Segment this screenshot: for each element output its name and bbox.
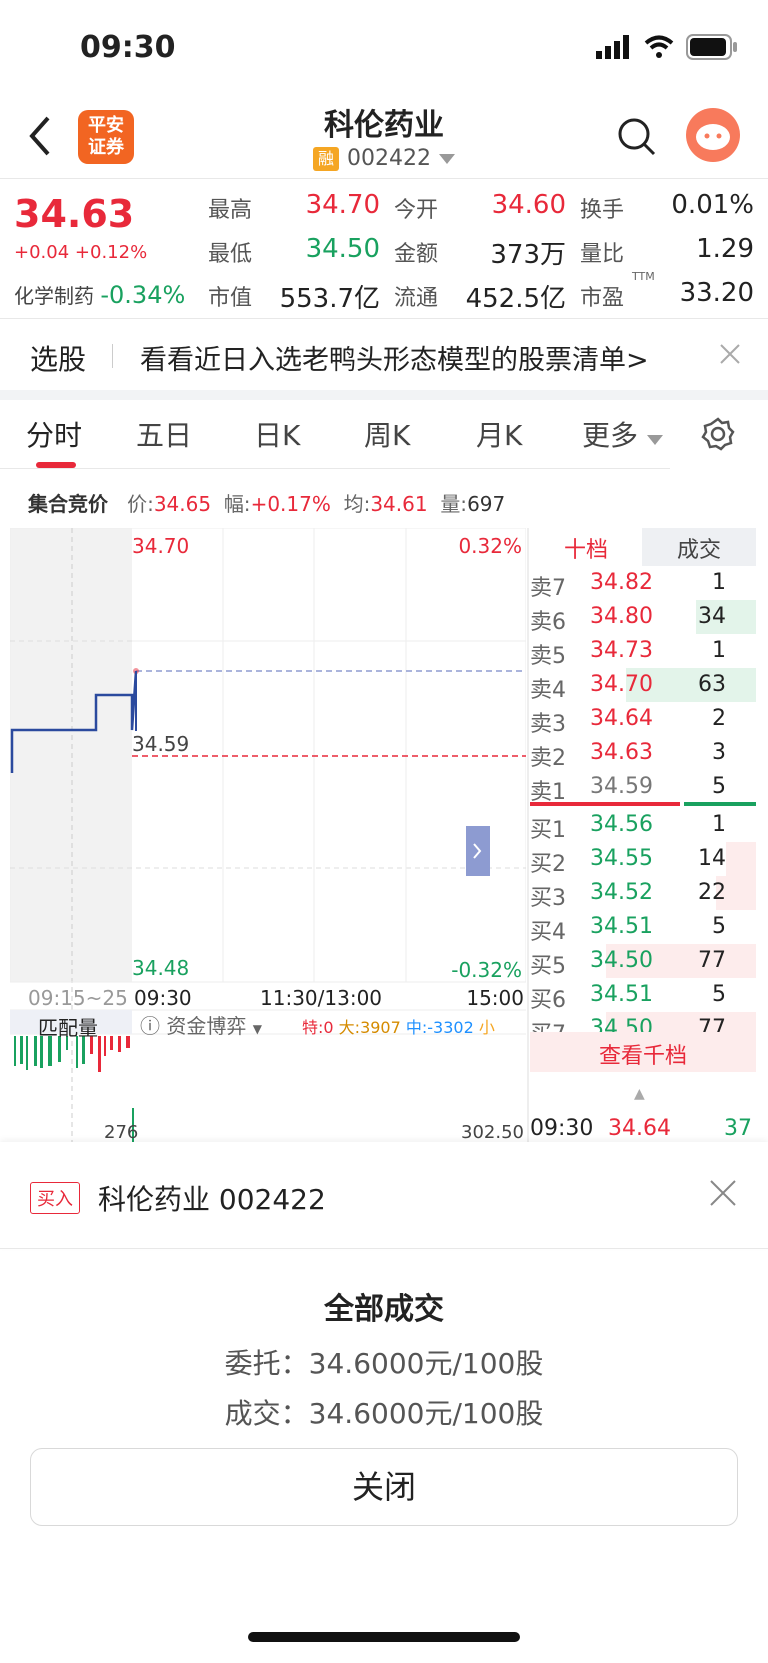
volume-left-value: 276: [104, 1122, 139, 1143]
status-time: 09:30: [80, 30, 176, 65]
tab-five-day[interactable]: 五日: [136, 414, 192, 454]
volume-right-value: 302.50: [461, 1122, 524, 1143]
margin-badge: 融: [313, 146, 339, 171]
tab-trades[interactable]: 成交: [642, 528, 756, 566]
chevron-down-icon: [438, 153, 455, 164]
market-cap-value: 553.7亿: [279, 284, 380, 314]
open-value: 34.60: [491, 190, 566, 220]
open-label: 今开: [394, 198, 439, 223]
order-sheet-title: 科伦药业 002422: [98, 1183, 326, 1216]
info-icon: ⓘ: [140, 1014, 160, 1038]
high-label: 最高: [208, 198, 253, 223]
tab-weekly-k[interactable]: 周K: [364, 414, 410, 454]
volume-ratio-label: 量比: [580, 242, 625, 267]
view-thousand-levels-button[interactable]: 查看千档: [530, 1032, 756, 1072]
volume-ratio-value: 1.29: [696, 234, 754, 264]
sheet-divider: [0, 1248, 768, 1249]
bid-level-7: 买734.5077: [530, 1012, 756, 1032]
ask-ratio-bar: [684, 802, 756, 806]
entrust-line: 委托：34.6000元/100股: [224, 1347, 544, 1380]
industry-change[interactable]: 化学制药 -0.34%: [14, 280, 185, 309]
tab-daily-k[interactable]: 日K: [254, 414, 300, 454]
ask-level-1: 卖1 34.59 5: [530, 774, 726, 805]
ask-level-2: 卖2 34.63 3: [530, 740, 726, 771]
tab-more[interactable]: 更多: [582, 414, 663, 454]
close-button[interactable]: 关闭: [30, 1448, 738, 1526]
low-value: 34.50: [305, 234, 380, 264]
chart-y-top: 34.70: [132, 534, 190, 558]
market-cap-label: 市值: [208, 286, 253, 311]
close-icon[interactable]: [718, 342, 742, 366]
battery-icon: [686, 34, 737, 60]
chart-x-open: 09:30: [134, 986, 192, 1010]
tab-intraday[interactable]: 分时: [26, 414, 82, 454]
pe-label: 市盈: [580, 286, 625, 311]
amount-value: 373万: [490, 240, 566, 270]
tab-monthly-k[interactable]: 月K: [476, 414, 522, 454]
turnover-value: 0.01%: [671, 190, 754, 220]
gear-icon[interactable]: [700, 416, 736, 452]
search-icon[interactable]: [614, 114, 658, 158]
fill-status-title: 全部成交: [324, 1292, 444, 1327]
signal-icon: [596, 35, 629, 59]
tab-ten-levels[interactable]: 十档: [530, 532, 642, 566]
chart-y-bot: 34.48: [132, 956, 190, 980]
bid-level-4: 买4 34.51 5: [530, 914, 726, 945]
high-value: 34.70: [305, 190, 380, 220]
tabs-divider: [0, 468, 670, 469]
buy-tag: 买入: [30, 1182, 80, 1214]
chart-x-auction: 09:15~25: [28, 986, 128, 1010]
turnover-label: 换手: [580, 198, 625, 223]
bid-level-3: 买3 34.52 22: [530, 876, 756, 911]
scroll-up-icon[interactable]: ▲: [634, 1086, 645, 1102]
trade-price: 34.64: [608, 1116, 671, 1141]
quote-divider: [0, 318, 768, 319]
intraday-chart-canvas: [9, 527, 527, 1142]
orderbook-divider: [527, 528, 529, 1142]
auction-summary: 集合竞价 价:34.65 幅:+0.17% 均:34.61 量:697: [28, 492, 506, 516]
bid-ratio-bar: [530, 802, 680, 806]
stock-code: 002422: [347, 146, 431, 171]
bid-level-5: 买5 34.50 77: [530, 944, 756, 979]
bid-level-2: 买2 34.55 14: [530, 842, 756, 877]
trade-time: 09:30: [530, 1116, 594, 1141]
ask-level-4: 卖4 34.70 63: [530, 668, 756, 703]
trade-volume: 37: [724, 1116, 752, 1141]
amount-label: 金额: [394, 242, 439, 267]
fund-flow-summary: 特:0 大:3907 中:-3302 小: [302, 1018, 495, 1037]
current-price: 34.63: [14, 192, 135, 236]
float-cap-value: 452.5亿: [465, 284, 566, 314]
ask-level-6: 卖6 34.80 34: [530, 600, 756, 635]
banner-tag: 选股: [30, 343, 87, 376]
status-icons: [596, 34, 738, 60]
ask-level-3: 卖3 34.64 2: [530, 706, 726, 737]
bid-level-1: 买1 34.56 1: [530, 812, 726, 843]
chart-pct-bot: -0.32%: [451, 958, 522, 982]
section-gap: [0, 390, 768, 400]
stock-pick-banner[interactable]: 选股 看看近日入选老鸭头形态模型的股票清单>: [0, 320, 768, 390]
banner-text[interactable]: 看看近日入选老鸭头形态模型的股票清单>: [140, 338, 649, 377]
wifi-icon: [644, 35, 674, 58]
match-volume-tab[interactable]: 匹配量: [38, 1012, 98, 1041]
close-icon[interactable]: [708, 1178, 738, 1208]
ask-level-5: 卖5 34.73 1: [530, 638, 726, 669]
header-divider: [0, 178, 768, 179]
more-chevron-icon: [646, 435, 663, 445]
intraday-chart[interactable]: 34.70 34.59 34.48 0.32% -0.32% 09:15~25 …: [9, 527, 527, 1143]
float-cap-label: 流通: [394, 286, 439, 311]
chart-y-mid: 34.59: [132, 732, 190, 756]
assistant-avatar[interactable]: [686, 108, 740, 162]
price-change: +0.04 +0.12%: [14, 242, 148, 263]
deal-line: 成交：34.6000元/100股: [224, 1397, 544, 1430]
ask-level-7: 卖7 34.82 1: [530, 570, 726, 601]
chart-x-noon: 11:30/13:00: [260, 986, 383, 1010]
low-label: 最低: [208, 242, 253, 267]
chart-x-close: 15:00: [466, 986, 524, 1010]
pe-value: 33.20: [679, 278, 754, 308]
banner-separator: [112, 344, 113, 368]
chart-pct-top: 0.32%: [458, 534, 522, 558]
fund-game-selector[interactable]: ⓘ 资金博弈 ▼: [140, 1010, 262, 1039]
home-indicator[interactable]: [248, 1632, 520, 1642]
bid-level-6: 买6 34.51 5: [530, 982, 726, 1013]
